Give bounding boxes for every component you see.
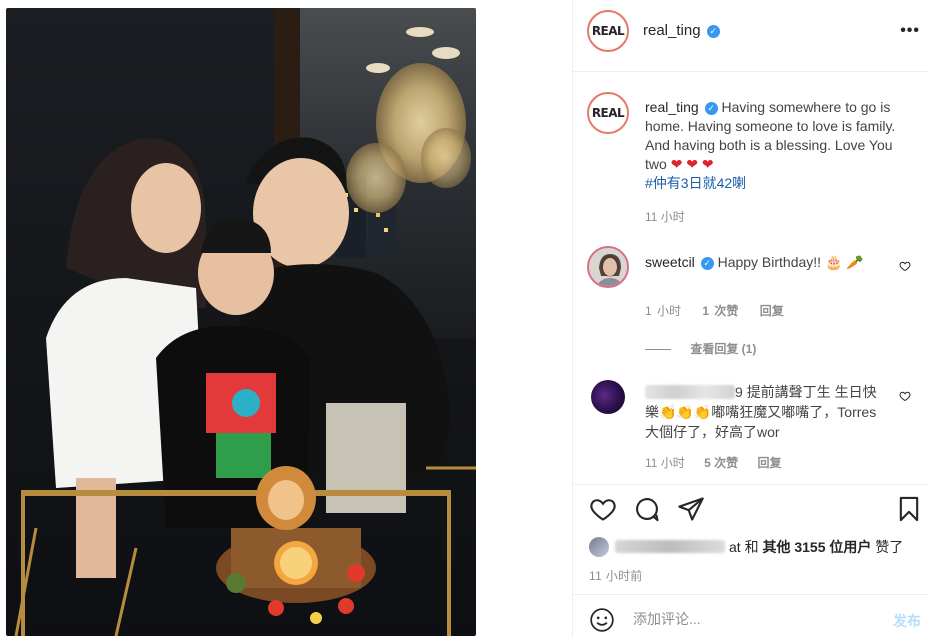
author-username[interactable]: real_ting [643, 22, 701, 39]
add-comment-bar: 发布 [573, 594, 928, 638]
likes-summary[interactable]: at 和 其他 3155 位用户 赞了 [589, 537, 903, 557]
post-header: REAL real_ting ✓ ••• [573, 0, 928, 72]
red-heart-emoji: ❤ ❤ ❤ [670, 156, 714, 172]
comments-list[interactable]: REAL real_ting ✓ Having somewhere to go … [573, 72, 928, 484]
caption-username[interactable]: real_ting [645, 99, 699, 115]
smiley-icon[interactable] [589, 607, 615, 633]
likes-others-count[interactable]: 其他 3155 位用户 [762, 539, 871, 555]
post-comment-button[interactable]: 发布 [893, 611, 921, 631]
verified-badge-icon: ✓ [700, 257, 714, 270]
liker-username-suffix: at [729, 539, 741, 555]
comment-meta: 11 小时 5 次赞 回复 [645, 454, 798, 471]
caption-timestamp: 11 小时 [645, 210, 685, 224]
author-username-row: real_ting ✓ [643, 22, 720, 39]
like-heart-icon[interactable] [589, 495, 617, 523]
post-media-area [0, 0, 572, 638]
verified-badge-icon: ✓ [706, 25, 720, 38]
comment-body: Happy Birthday!! 🎂 🥕 [717, 254, 864, 270]
comment-time: 11 小时 [645, 456, 685, 470]
comment-text: sweetcil ✓ Happy Birthday!! 🎂 🥕 [645, 252, 885, 272]
comment-like-heart-icon[interactable] [899, 260, 911, 272]
comment-reply-button[interactable]: 回复 [758, 456, 782, 470]
bookmark-icon[interactable] [895, 495, 923, 523]
caption-hashtag[interactable]: #仲有3日就42喇 [645, 175, 746, 191]
caption-text: real_ting ✓ Having somewhere to go is ho… [645, 98, 911, 193]
username-visible-suffix: 9 [735, 384, 743, 400]
blurred-username[interactable] [645, 385, 735, 399]
comment-meta: 1 小时 1 次赞 回复 [645, 302, 800, 319]
comment-like-heart-icon[interactable] [899, 390, 911, 402]
liker-avatar [589, 537, 609, 557]
likes-and: 和 [744, 539, 759, 555]
commenter-avatar[interactable] [587, 246, 629, 288]
caption-author-avatar[interactable]: REAL [587, 92, 629, 134]
paper-plane-icon[interactable] [677, 495, 705, 523]
clapping-emoji: 👏👏👏 [659, 404, 712, 420]
likes-liked: 赞了 [875, 539, 904, 555]
comment-text: 9 提前講聲丁生 生日快樂👏👏👏嘟嘴狂魔又嘟嘴了，Torres大個仔了，好高了w… [645, 382, 883, 442]
commenter-avatar-photo [589, 248, 627, 286]
blurred-liker-username[interactable] [615, 540, 725, 553]
comment-input[interactable] [633, 607, 863, 631]
avatar-logo-text: REAL [591, 24, 625, 38]
commenter-avatar[interactable] [591, 380, 625, 414]
comment-likes-count[interactable]: 1 次赞 [702, 304, 738, 318]
avatar-logo-text: REAL [591, 106, 625, 120]
comment-time: 1 小时 [645, 304, 682, 318]
author-avatar[interactable]: REAL [587, 10, 629, 52]
post-actions: at 和 其他 3155 位用户 赞了 11 小时前 [573, 484, 928, 594]
comment-likes-count[interactable]: 5 次赞 [704, 456, 738, 470]
post-photo[interactable] [6, 8, 476, 636]
view-replies-link[interactable]: 查看回复 (1) [645, 340, 756, 357]
more-options-icon[interactable]: ••• [900, 22, 920, 40]
verified-badge-icon: ✓ [704, 102, 718, 115]
comment-bubble-icon[interactable] [633, 495, 661, 523]
post-timestamp[interactable]: 11 小时前 [589, 567, 643, 584]
post-sidebar: REAL real_ting ✓ ••• REAL real_ting ✓ Ha… [572, 0, 928, 638]
comment-reply-button[interactable]: 回复 [760, 304, 784, 318]
replies-divider-line [645, 349, 671, 351]
family-photo-illustration [6, 8, 476, 636]
comment-username[interactable]: sweetcil [645, 254, 695, 270]
view-replies-label: 查看回复 (1) [690, 342, 757, 356]
